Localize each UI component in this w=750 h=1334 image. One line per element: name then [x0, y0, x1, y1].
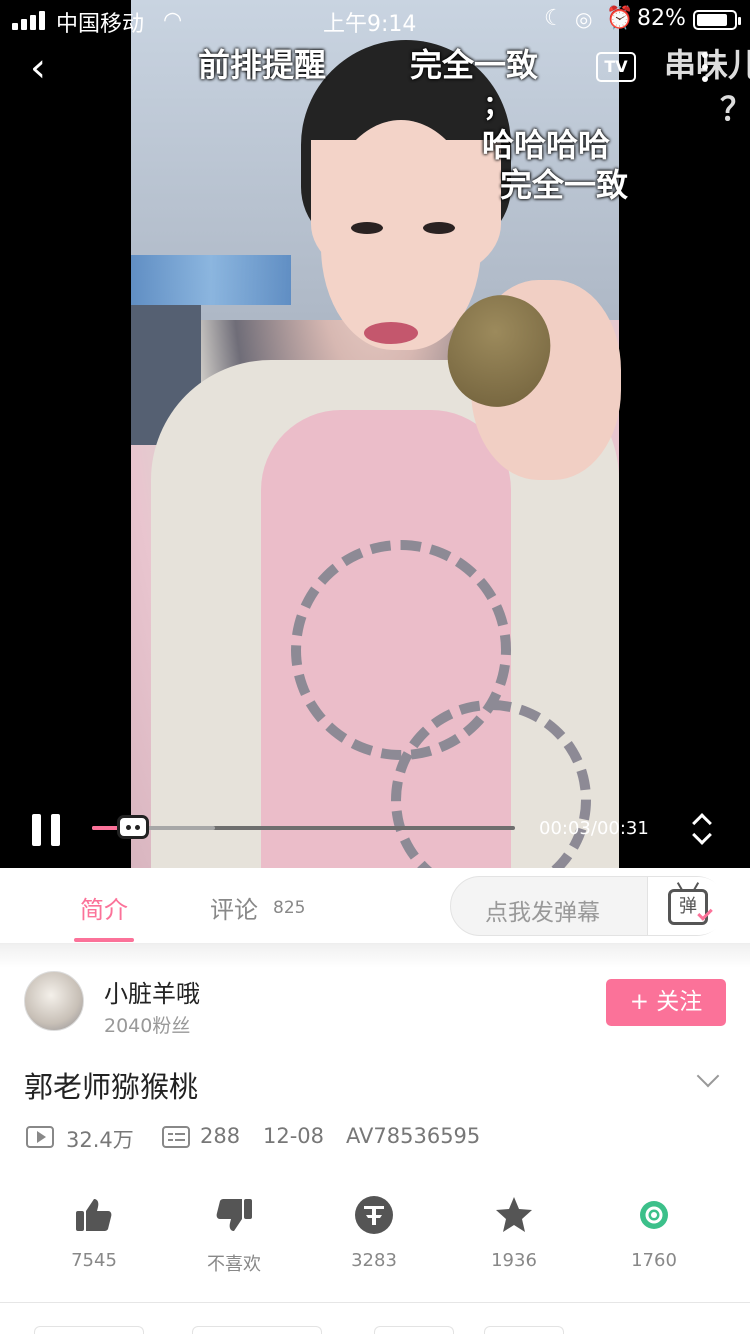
battery-icon [693, 10, 741, 30]
danmaku-toggle-button[interactable]: 弹 [647, 877, 727, 935]
action-bar: 7545 不喜欢 3283 1936 1760 [0, 1195, 750, 1295]
carrier-label: 中国移动 [56, 12, 145, 37]
favorite-count: 1936 [491, 1250, 537, 1271]
progress-thumb-icon[interactable] [116, 809, 149, 839]
danmaku-text: ？ [720, 90, 750, 128]
thumbs-up-icon [74, 1195, 114, 1235]
danmaku-input-placeholder: 点我发弹幕 [485, 900, 600, 926]
progress-bar[interactable] [92, 815, 515, 839]
star-icon [494, 1195, 534, 1235]
alarm-icon: ⏰ [606, 6, 634, 31]
tab-bar: 简介 评论 825 点我发弹幕 弹 [0, 868, 750, 944]
playback-time: 00:03/00:31 [539, 818, 649, 839]
video-scene-eye [351, 222, 383, 234]
fullscreen-button[interactable] [690, 810, 718, 850]
uploader-avatar[interactable] [24, 971, 84, 1031]
publish-date: 12-08 [263, 1124, 325, 1148]
danmaku-count-icon [162, 1126, 190, 1148]
status-bar: 中国移动 ◠ 上午9:14 ☾ ◎ ⏰ 82% [0, 0, 750, 40]
danmaku-text: ； [483, 89, 512, 122]
section-spacer [0, 944, 750, 968]
tab-active-indicator [74, 938, 134, 942]
danmaku-text: 前排提醒 [198, 46, 327, 84]
like-button[interactable]: 7545 [44, 1195, 144, 1271]
play-count-icon [26, 1126, 54, 1148]
signal-icon [12, 11, 48, 30]
thumbs-down-icon [214, 1195, 254, 1235]
wechat-moments-icon [634, 1195, 674, 1235]
video-title: 郭老师猕猴桃 [24, 1070, 199, 1104]
follow-button[interactable]: + 关注 [606, 979, 726, 1026]
danmaku-text: 完全一致 [410, 46, 539, 84]
video-scene-bed [131, 255, 291, 305]
comments-count: 825 [273, 898, 306, 918]
related-tags-row [24, 1326, 724, 1334]
dislike-label: 不喜欢 [207, 1254, 261, 1275]
tv-cast-button[interactable]: TV [596, 52, 636, 82]
moon-icon: ☾ [544, 6, 564, 31]
danmaku-count: 288 [200, 1124, 241, 1148]
dislike-button[interactable]: 不喜欢 [184, 1195, 284, 1276]
coin-count: 3283 [351, 1250, 397, 1271]
uploader-name[interactable]: 小脏羊哦 [104, 974, 200, 1009]
danmaku-input[interactable]: 点我发弹幕 弹 [450, 876, 727, 936]
share-count: 1760 [631, 1250, 677, 1271]
uploader-fans: 2040粉丝 [104, 1015, 191, 1037]
favorite-button[interactable]: 1936 [464, 1195, 564, 1271]
video-scene-face [321, 120, 481, 350]
tab-comments[interactable]: 评论 [210, 890, 258, 925]
video-scene-mouth [364, 322, 418, 344]
wifi-icon: ◠ [163, 8, 183, 33]
danmaku-text: 完全一致 [500, 166, 629, 204]
back-button[interactable]: ‹ [30, 48, 66, 88]
like-count: 7545 [71, 1250, 117, 1271]
more-options-button[interactable] [700, 52, 710, 86]
coin-button[interactable]: 3283 [324, 1195, 424, 1271]
orientation-lock-icon: ◎ [575, 7, 593, 31]
video-scene-eye [423, 222, 455, 234]
view-count: 32.4万 [66, 1128, 134, 1152]
share-button[interactable]: 1760 [604, 1195, 704, 1271]
video-player[interactable]: 前排提醒 完全一致 ； 哈哈哈哈 完全一致 串味儿 ？ 中国移动 ◠ 上午9:1… [0, 0, 750, 868]
tab-intro[interactable]: 简介 [80, 890, 128, 925]
divider [0, 1302, 750, 1303]
battery-percent: 82% [637, 6, 686, 31]
pause-button[interactable] [32, 814, 60, 846]
clock: 上午9:14 [323, 12, 417, 37]
chevron-down-icon[interactable] [696, 1064, 720, 1088]
av-id: AV78536595 [346, 1124, 481, 1148]
coin-icon [354, 1195, 394, 1235]
